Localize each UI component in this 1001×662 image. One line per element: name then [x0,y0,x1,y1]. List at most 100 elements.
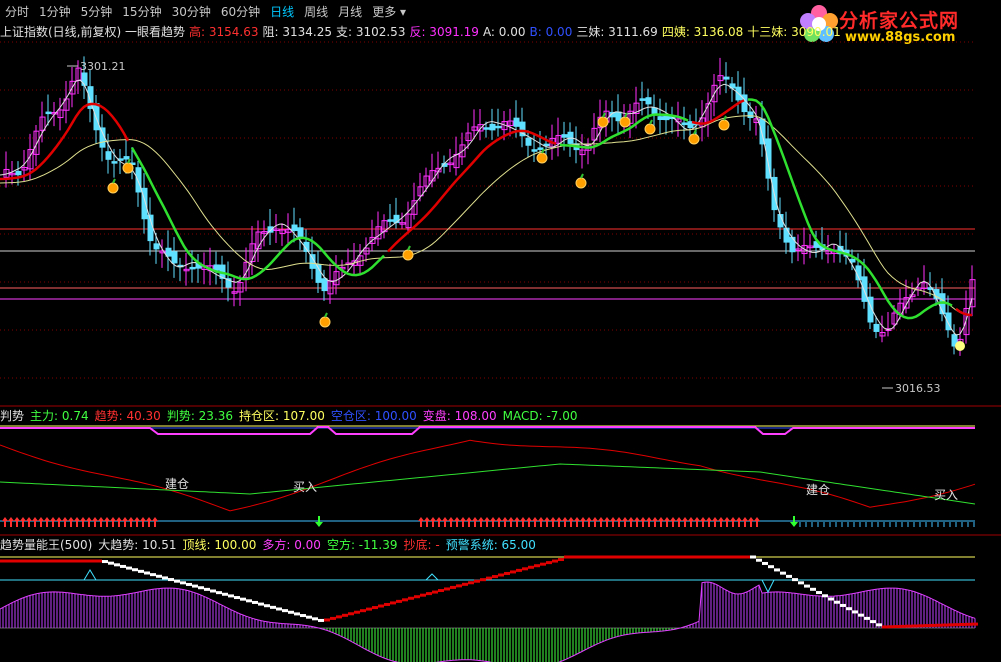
ind2-step [630,555,636,559]
ind1-red-arrow [748,517,754,527]
ind2-step [216,591,222,595]
ind1-red-arrow [128,517,134,527]
ind1-red-arrow [664,517,670,527]
ind1-red-arrow [430,517,436,527]
ind1-red-arrow [610,517,616,527]
candle-body [531,149,538,152]
fruit-marker-1 [122,162,134,174]
ind1-info-item-6: MACD: -7.00 [502,409,578,423]
candle-body [165,247,172,257]
candle-body [651,107,658,115]
fruit-marker-5 [575,177,587,189]
candle-body [489,123,496,131]
candle-body [267,226,274,233]
fruit-leaf-2 [324,312,328,318]
ind2-step [858,613,864,617]
fruit-leaf-0 [112,178,116,184]
ind1-trend-line [0,439,976,512]
ind2-step [804,584,810,588]
ind2-step [258,602,264,606]
ind2-step [432,590,438,594]
ind2-spike-2 [761,579,775,594]
ind1-red-arrow [550,517,556,527]
candle-body [93,103,100,131]
ind2-spike-0 [83,569,97,581]
ind2-step [930,623,936,627]
ind1-red-arrow [694,517,700,527]
ind1-red-arrow [628,517,634,527]
ind2-step [864,616,870,620]
ind1-red-arrow [532,517,538,527]
candle-body [525,137,532,146]
ind2-step [354,610,360,614]
ind1-red-arrow [514,517,520,527]
ind2-info-item-2: 多方: 0.00 [262,538,321,552]
ind2-step [786,574,792,578]
ind2-step [294,612,300,616]
ind1-red-arrow [436,517,442,527]
ind2-step [954,623,960,627]
ind1-red-arrow [14,517,20,527]
ind1-red-arrow [736,517,742,527]
candle-body [747,111,754,119]
fruit-leaf-8 [649,119,653,125]
fruit-marker-10 [718,119,730,131]
ind2-step [810,587,816,591]
ind1-red-arrow [718,517,724,527]
ind1-red-arrow [502,517,508,527]
ind2-step [624,555,630,559]
candle-body [153,243,160,250]
ind2-step [582,555,588,559]
fruit-marker-0 [107,182,119,194]
ind2-step [768,565,774,569]
ind2-step [210,589,216,593]
ind2-step [150,573,156,577]
ind2-step [396,599,402,603]
ind2-step [528,565,534,569]
ind2-step [522,567,528,571]
ind1-red-arrow [646,517,652,527]
fruit-marker-6 [597,116,609,128]
ind1-red-arrow [754,517,760,527]
ind1-red-arrow [98,517,104,527]
ind2-step [36,559,42,563]
ind2-info-item-1: 顶线: 100.00 [182,538,257,552]
candle-body [537,147,544,150]
ind2-step [24,559,30,563]
ind2-step [852,610,858,614]
ind2-step [648,555,654,559]
ind2-step [300,614,306,618]
ind2-step [720,555,726,559]
ind1-red-arrow [454,517,460,527]
ind2-step [942,623,948,627]
ind2-step [156,574,162,578]
ind1-red-arrow [538,517,544,527]
ind1-red-arrow [508,517,514,527]
ind1-red-arrow [110,517,116,527]
ind1-red-arrow [682,517,688,527]
ind2-step [558,558,564,562]
ind2-step [180,581,186,585]
ind2-step [588,555,594,559]
ind2-step [570,555,576,559]
candle-body [645,97,652,105]
ind1-red-arrow [86,517,92,527]
ind2-step [168,578,174,582]
ind1-red-arrow [2,517,8,527]
ind2-step [408,596,414,600]
ind1-red-arrow [38,517,44,527]
candle-body [657,116,664,120]
ind2-step [492,575,498,579]
stock-chart[interactable] [0,0,1001,662]
candle-body [513,117,520,127]
candle-body [861,276,868,302]
ind2-step [66,559,72,563]
ind2-step [888,625,894,629]
candle-body [135,167,142,193]
ind2-step [342,613,348,617]
ind1-red-arrow [616,517,622,527]
ind2-step [606,555,612,559]
ind1-red-arrow [592,517,598,527]
ind1-red-arrow [724,517,730,527]
ind2-step [372,606,378,610]
